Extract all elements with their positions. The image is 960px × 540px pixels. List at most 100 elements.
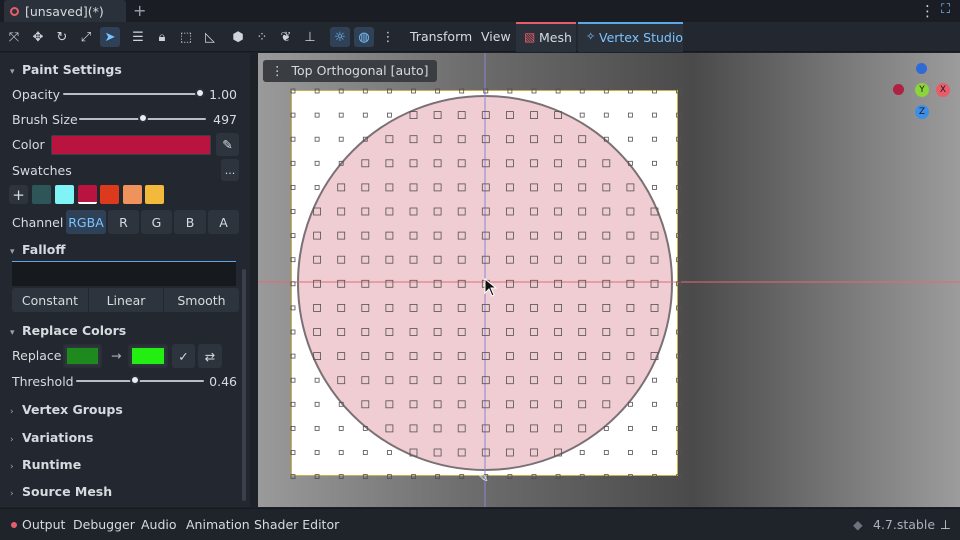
- select-icon[interactable]: ➤: [100, 27, 120, 47]
- vertex-handle[interactable]: [314, 136, 320, 142]
- paint-settings-header[interactable]: ▾ Paint Settings: [10, 62, 122, 77]
- vertex-handle[interactable]: [290, 136, 296, 142]
- vertex-handle[interactable]: [338, 450, 344, 455]
- globe-icon[interactable]: ◍: [354, 27, 374, 47]
- vertex-handle[interactable]: [290, 353, 296, 359]
- vertex-handle[interactable]: [531, 474, 537, 480]
- lock-icon[interactable]: 🔒︎: [152, 27, 172, 47]
- vertex-handle[interactable]: [290, 160, 296, 166]
- rotate-icon[interactable]: ↻: [52, 27, 72, 47]
- falloff-smooth-button[interactable]: Smooth: [164, 288, 239, 312]
- vertex-handle[interactable]: [676, 160, 682, 166]
- source-mesh-header[interactable]: › Source Mesh: [10, 484, 112, 499]
- vertex-handle[interactable]: [290, 88, 296, 94]
- vertex-handle[interactable]: [290, 184, 296, 190]
- vertex-handle[interactable]: [676, 401, 682, 407]
- vertex-handle[interactable]: [411, 474, 416, 480]
- vertex-handle[interactable]: [603, 88, 609, 94]
- vertex-handle[interactable]: [676, 329, 682, 335]
- gizmo-neg-x-dot[interactable]: [893, 84, 904, 95]
- snap-icon[interactable]: ⬢: [228, 27, 248, 47]
- scale-icon[interactable]: ⤢: [76, 27, 96, 47]
- vertex-handle[interactable]: [290, 377, 296, 383]
- move-icon[interactable]: ⤧: [4, 27, 24, 47]
- replace-to-button[interactable]: [128, 344, 168, 368]
- vertex-handle[interactable]: [676, 377, 682, 383]
- falloff-header[interactable]: ▾ Falloff: [10, 242, 66, 257]
- debugger-tab[interactable]: Debugger: [73, 517, 135, 532]
- threshold-slider-knob[interactable]: [129, 375, 140, 385]
- vertex-handle[interactable]: [290, 450, 296, 455]
- vertex-handle[interactable]: [676, 136, 682, 142]
- vertex-handle[interactable]: [579, 112, 585, 118]
- add-swatch-button[interactable]: +: [9, 185, 28, 204]
- gizmo-y-dot[interactable]: Y: [915, 83, 929, 97]
- falloff-curve[interactable]: [12, 261, 236, 286]
- vertex-handle[interactable]: [459, 88, 465, 94]
- swatch-1[interactable]: [55, 185, 74, 204]
- vertex-handle[interactable]: [676, 474, 682, 480]
- add-tab-button[interactable]: +: [133, 1, 146, 20]
- vertex-handle[interactable]: [435, 474, 441, 480]
- vertex-handle[interactable]: [362, 450, 368, 455]
- vertex-handle[interactable]: [652, 450, 657, 455]
- vertex-handle[interactable]: [627, 425, 633, 431]
- falloff-linear-button[interactable]: Linear: [89, 288, 163, 312]
- vertex-handle[interactable]: [676, 257, 682, 263]
- vertex-handle[interactable]: [676, 233, 682, 239]
- vertex-handle[interactable]: [338, 88, 344, 94]
- vertex-handle[interactable]: [386, 112, 392, 118]
- vertex-handle[interactable]: [603, 474, 609, 480]
- vertex-handle[interactable]: [314, 425, 320, 431]
- channel-a-button[interactable]: A: [208, 210, 239, 234]
- swatch-5[interactable]: [145, 185, 164, 204]
- threshold-slider[interactable]: [76, 380, 204, 382]
- vertex-handle[interactable]: [676, 184, 682, 190]
- vertex-handle[interactable]: [314, 88, 320, 94]
- pin-icon[interactable]: ⊥: [300, 27, 320, 47]
- channel-b-button[interactable]: B: [174, 210, 206, 234]
- kebab-menu-icon[interactable]: ⋮: [920, 2, 935, 20]
- vertex-handle[interactable]: [579, 450, 585, 455]
- vertex-handle[interactable]: [411, 88, 416, 94]
- swatch-4[interactable]: [123, 185, 142, 204]
- vertex-handle[interactable]: [676, 88, 682, 94]
- document-tab[interactable]: [unsaved](*): [4, 0, 126, 22]
- falloff-constant-button[interactable]: Constant: [12, 288, 88, 312]
- audio-tab[interactable]: Audio: [141, 517, 177, 532]
- leaf-icon[interactable]: ❦: [276, 27, 296, 47]
- 3d-viewport[interactable]: ⋮ Top Orthogonal [auto] Y X Z ✎: [258, 53, 960, 507]
- axis-gizmo[interactable]: Y X Z: [888, 61, 952, 125]
- menu-view[interactable]: View: [481, 29, 511, 44]
- replace-colors-header[interactable]: ▾ Replace Colors: [10, 323, 126, 338]
- vertex-handle[interactable]: [652, 474, 657, 480]
- vertex-handle[interactable]: [579, 88, 585, 94]
- vertex-handle[interactable]: [652, 112, 657, 118]
- vertex-handle[interactable]: [652, 88, 657, 94]
- gizmo-x-dot[interactable]: X: [936, 83, 950, 97]
- vertex-handle[interactable]: [676, 353, 682, 359]
- vertex-handle[interactable]: [676, 209, 682, 214]
- sun-icon[interactable]: ☼: [330, 27, 350, 47]
- vertex-handle[interactable]: [627, 112, 633, 118]
- gizmo-z-dot[interactable]: Z: [915, 105, 929, 119]
- vertex-handle[interactable]: [627, 136, 633, 142]
- vertex-handle[interactable]: [652, 425, 657, 431]
- vertex-handle[interactable]: [290, 474, 296, 480]
- output-tab[interactable]: Output: [22, 517, 65, 532]
- vertex-handle[interactable]: [362, 88, 368, 94]
- vertex-handle[interactable]: [314, 401, 320, 407]
- swatch-2[interactable]: [78, 185, 97, 204]
- vertex-handle[interactable]: [338, 474, 344, 480]
- vertex-handle[interactable]: [579, 474, 585, 480]
- vertex-handle[interactable]: [290, 257, 296, 263]
- vertex-handle[interactable]: [603, 112, 609, 118]
- vertex-handle[interactable]: [676, 425, 682, 431]
- vertex-handle[interactable]: [338, 112, 344, 118]
- channel-r-button[interactable]: R: [108, 210, 139, 234]
- vertex-handle[interactable]: [652, 136, 657, 142]
- vertex-handle[interactable]: [435, 88, 441, 94]
- channel-rgba-button[interactable]: RGBA: [66, 210, 106, 234]
- swatch-0[interactable]: [32, 185, 51, 204]
- swatches-more-button[interactable]: ...: [221, 159, 239, 181]
